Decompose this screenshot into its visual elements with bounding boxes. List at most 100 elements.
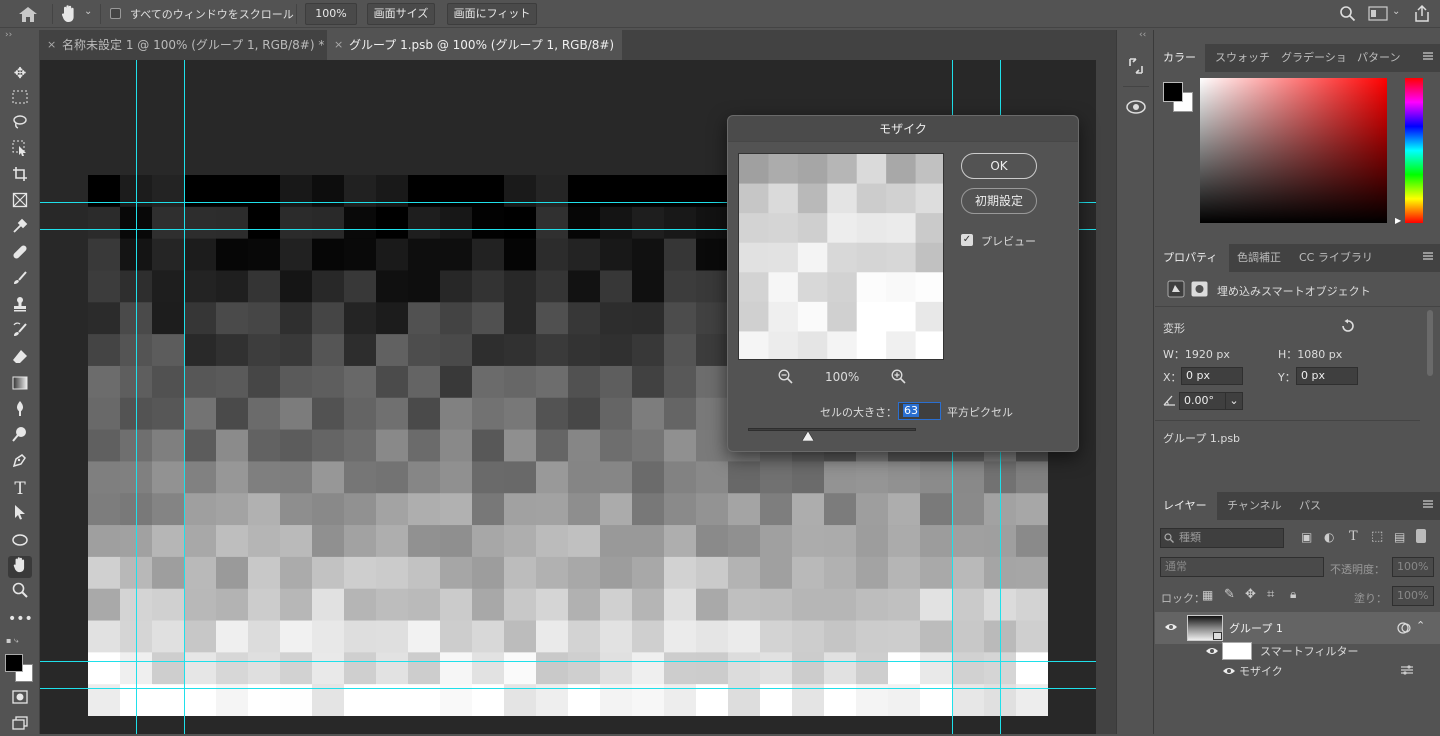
chevron-down-icon[interactable]: ⌄	[1392, 6, 1400, 17]
filter-name[interactable]: モザイク	[1239, 663, 1283, 679]
panel-menu-icon[interactable]	[1422, 250, 1434, 262]
hand-tool-icon[interactable]	[60, 4, 78, 24]
cell-size-slider-track[interactable]	[748, 428, 916, 431]
image-filter-icon[interactable]: ▣	[1301, 530, 1312, 544]
history-panel-icon[interactable]	[1126, 56, 1146, 76]
dodge-tool-icon[interactable]	[8, 426, 32, 448]
filter-blending-options-icon[interactable]	[1400, 664, 1414, 676]
tab-document-2[interactable]: × グループ 1.psb @ 100% (グループ 1, RGB/8#) *	[327, 30, 622, 82]
brush-tool-icon[interactable]	[8, 270, 32, 292]
chevron-down-icon[interactable]: ⌄	[84, 6, 92, 17]
blend-mode-select[interactable]: 通常	[1160, 557, 1324, 577]
home-icon[interactable]	[16, 5, 40, 23]
zoom-tool-icon[interactable]	[8, 582, 32, 604]
opacity-input[interactable]: 100%	[1392, 557, 1434, 577]
filter-toggle-icon[interactable]	[1416, 529, 1426, 543]
color-field[interactable]	[1200, 78, 1387, 223]
visibility-eye-icon[interactable]	[1205, 646, 1219, 656]
type-tool-icon[interactable]: T	[8, 478, 32, 500]
tab-adjustments[interactable]: 色調補正	[1229, 244, 1289, 272]
scrollbar[interactable]	[1427, 310, 1433, 376]
visibility-eye-icon[interactable]	[1164, 622, 1178, 632]
visibility-eye-icon[interactable]	[1222, 666, 1236, 676]
lock-transparent-icon[interactable]: ▦	[1202, 588, 1213, 602]
layer-filter-select[interactable]: 種類	[1160, 528, 1284, 548]
chevron-down-icon[interactable]: ⌄	[1225, 392, 1243, 410]
fit-screen-button[interactable]: 画面サイズ	[367, 3, 435, 25]
frame-tool-icon[interactable]	[8, 192, 32, 214]
workspace-icon[interactable]	[1368, 6, 1388, 21]
reset-transform-icon[interactable]	[1341, 319, 1355, 333]
tab-patterns[interactable]: パターン	[1349, 44, 1408, 72]
close-icon[interactable]: ×	[47, 30, 56, 60]
fill-screen-button[interactable]: 画面にフィット	[447, 3, 537, 25]
tab-layers[interactable]: レイヤー	[1155, 492, 1217, 520]
lasso-tool-icon[interactable]	[8, 114, 32, 136]
type-filter-icon[interactable]: T	[1349, 529, 1358, 544]
tab-cc-libraries[interactable]: CC ライブラリ	[1291, 244, 1381, 272]
hue-slider[interactable]	[1405, 78, 1423, 223]
tab-gradients[interactable]: グラデーショ	[1273, 44, 1355, 72]
tab-swatches[interactable]: スウォッチ	[1207, 44, 1278, 72]
smart-filter-mask-thumbnail[interactable]	[1222, 642, 1252, 660]
gradient-tool-icon[interactable]	[8, 374, 32, 396]
close-icon[interactable]: ×	[334, 30, 343, 60]
tab-properties[interactable]: プロパティ	[1155, 244, 1229, 272]
quick-mask-icon[interactable]	[8, 688, 32, 710]
eyedropper-tool-icon[interactable]	[8, 218, 32, 240]
cell-size-input[interactable]: 63	[898, 402, 941, 420]
zoom-100-button[interactable]: 100%	[305, 3, 357, 25]
guide-line[interactable]	[40, 661, 1096, 662]
panel-menu-icon[interactable]	[1422, 498, 1434, 510]
search-icon[interactable]	[1339, 5, 1356, 22]
object-selection-tool-icon[interactable]	[8, 140, 32, 162]
guide-line[interactable]	[136, 60, 137, 734]
stamp-tool-icon[interactable]	[8, 296, 32, 318]
swap-colors-icon[interactable]: ▪ ⤷	[6, 636, 34, 646]
screen-mode-icon[interactable]	[8, 714, 32, 736]
y-position-input[interactable]: 0 px	[1296, 367, 1358, 385]
zoom-in-icon[interactable]	[891, 369, 906, 384]
tab-paths[interactable]: パス	[1291, 492, 1329, 520]
ellipse-tool-icon[interactable]	[8, 530, 32, 552]
panel-menu-icon[interactable]	[1422, 50, 1434, 62]
healing-brush-tool-icon[interactable]	[8, 244, 32, 266]
tab-color[interactable]: カラー	[1155, 44, 1205, 72]
pen-tool-icon[interactable]	[8, 452, 32, 474]
foreground-color-swatch[interactable]	[1163, 82, 1183, 102]
collapse-arrows-icon[interactable]: ‹‹	[1139, 30, 1146, 40]
share-icon[interactable]	[1413, 4, 1431, 23]
history-brush-tool-icon[interactable]	[8, 322, 32, 344]
zoom-out-icon[interactable]	[778, 369, 793, 384]
layer-name[interactable]: グループ 1	[1229, 620, 1283, 636]
ok-button[interactable]: OK	[961, 153, 1037, 179]
path-selection-tool-icon[interactable]	[8, 504, 32, 526]
slider-marker-icon[interactable]: ▶	[1395, 216, 1401, 225]
guide-line[interactable]	[40, 688, 1096, 689]
shape-filter-icon[interactable]: ⬚	[1371, 529, 1383, 544]
preview-checkbox[interactable]: ✓	[961, 234, 973, 246]
lock-position-icon[interactable]: ✥	[1245, 587, 1256, 602]
hand-tool-icon[interactable]	[8, 556, 32, 578]
lock-artboard-icon[interactable]: ⌗	[1267, 587, 1274, 602]
x-position-input[interactable]: 0 px	[1181, 367, 1243, 385]
reset-button[interactable]: 初期設定	[961, 188, 1037, 214]
properties-panel-icon[interactable]	[1125, 96, 1147, 118]
mask-icon[interactable]	[1191, 281, 1208, 297]
filter-preview[interactable]	[738, 153, 944, 360]
blur-tool-icon[interactable]	[8, 400, 32, 422]
chevron-up-icon[interactable]: ⌃	[1416, 619, 1425, 632]
collapse-arrows-icon[interactable]: ››	[5, 30, 12, 40]
filter-effects-icon[interactable]	[1397, 621, 1411, 635]
tab-channels[interactable]: チャンネル	[1219, 492, 1290, 520]
scroll-all-checkbox[interactable]	[110, 8, 121, 19]
adjustment-filter-icon[interactable]: ◐	[1324, 530, 1334, 544]
marquee-tool-icon[interactable]	[8, 88, 32, 110]
move-tool-icon[interactable]: ✥	[8, 62, 32, 84]
smart-object-filter-icon[interactable]: ▤	[1394, 530, 1405, 544]
guide-line[interactable]	[184, 60, 185, 734]
lock-all-icon[interactable]: 🔒︎	[1290, 587, 1296, 602]
cell-size-slider-thumb[interactable]	[802, 431, 815, 441]
more-tools-icon[interactable]: •••	[8, 608, 33, 630]
crop-tool-icon[interactable]	[8, 166, 32, 188]
